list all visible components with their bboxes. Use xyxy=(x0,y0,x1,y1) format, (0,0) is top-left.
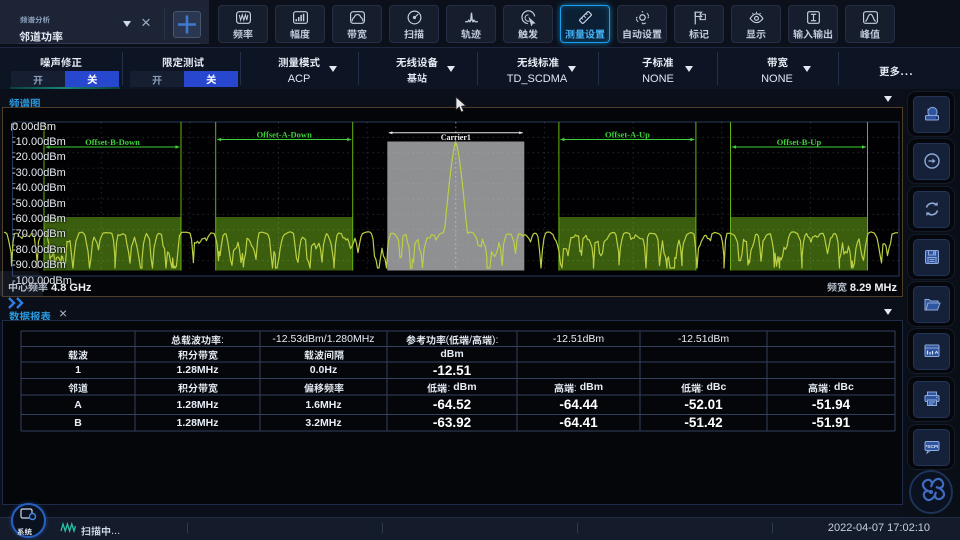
svg-text:*SCPI: *SCPI xyxy=(925,444,938,449)
